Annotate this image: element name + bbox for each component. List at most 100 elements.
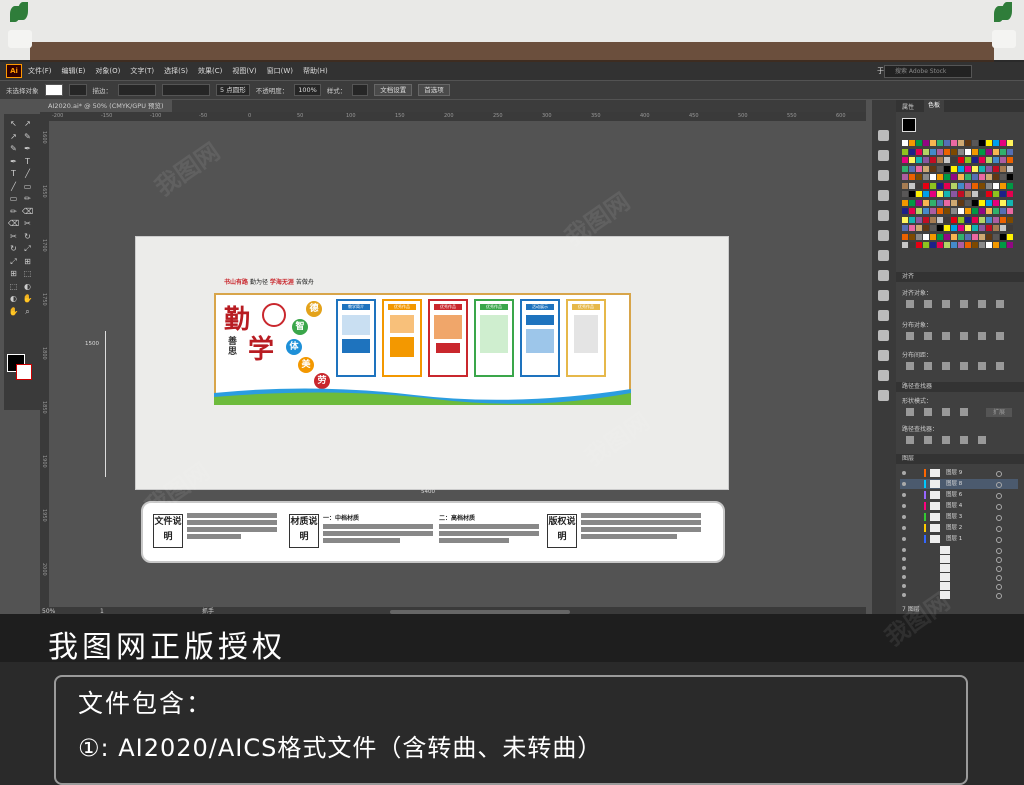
- pathfinder-icon[interactable]: [924, 436, 932, 444]
- color-swatch[interactable]: [944, 165, 950, 172]
- sublayer-row[interactable]: [900, 572, 1018, 581]
- panel-toggle-icon[interactable]: [878, 230, 889, 241]
- color-swatch[interactable]: [937, 157, 943, 163]
- color-swatch[interactable]: [937, 225, 943, 231]
- color-swatch[interactable]: [902, 233, 908, 240]
- color-swatch[interactable]: [1000, 140, 1006, 146]
- color-swatch[interactable]: [930, 191, 936, 197]
- menu-object[interactable]: 对象(O): [95, 66, 120, 76]
- color-swatch[interactable]: [965, 233, 971, 240]
- color-swatch[interactable]: [923, 233, 929, 240]
- panel-toggle-icon[interactable]: [878, 250, 889, 261]
- color-swatch[interactable]: [930, 242, 936, 248]
- menu-file[interactable]: 文件(F): [28, 66, 52, 76]
- rectangle-tool-icon[interactable]: ▭: [8, 193, 19, 204]
- color-swatch[interactable]: [951, 157, 957, 163]
- color-swatch[interactable]: [986, 165, 992, 172]
- layer-row[interactable]: 图层 9: [900, 468, 1018, 478]
- color-swatch[interactable]: [909, 242, 915, 248]
- color-swatch[interactable]: [944, 225, 950, 231]
- target-circle-icon[interactable]: [996, 482, 1002, 488]
- color-swatch[interactable]: [916, 191, 922, 197]
- layers-panel-header[interactable]: 图层: [896, 454, 1024, 464]
- color-swatch[interactable]: [1007, 191, 1013, 197]
- align-icon[interactable]: [924, 300, 932, 308]
- target-circle-icon[interactable]: [996, 504, 1002, 510]
- align-icon[interactable]: [996, 362, 1004, 370]
- color-swatch[interactable]: [909, 140, 915, 146]
- color-swatch[interactable]: [902, 199, 908, 206]
- color-swatch[interactable]: [944, 199, 950, 206]
- gradient-tool-icon[interactable]: ◐: [8, 293, 19, 304]
- menu-type[interactable]: 文字(T): [130, 66, 154, 76]
- align-icon[interactable]: [978, 300, 986, 308]
- color-swatch[interactable]: [986, 140, 992, 146]
- visibility-eye-icon[interactable]: [902, 504, 906, 508]
- document-tab[interactable]: AI2020.ai* @ 50% (CMYK/GPU 预览): [40, 100, 172, 112]
- color-swatch[interactable]: [944, 148, 950, 155]
- color-swatch[interactable]: [923, 242, 929, 248]
- target-circle-icon[interactable]: [996, 515, 1002, 521]
- color-swatch[interactable]: [937, 216, 943, 223]
- color-swatch[interactable]: [937, 191, 943, 197]
- line-tool-icon[interactable]: ╱: [8, 181, 19, 192]
- panel-toggle-icon[interactable]: [878, 210, 889, 221]
- color-swatch[interactable]: [965, 242, 971, 248]
- target-circle-icon[interactable]: [996, 526, 1002, 532]
- line-tool-icon[interactable]: ▭: [22, 181, 33, 192]
- scale-tool-icon[interactable]: ⤢: [8, 256, 19, 267]
- color-swatch[interactable]: [951, 191, 957, 197]
- curvature-tool-icon[interactable]: ✒: [8, 156, 19, 167]
- opacity-input[interactable]: 100%: [294, 84, 321, 96]
- color-swatch[interactable]: [923, 174, 929, 180]
- visibility-eye-icon[interactable]: [902, 584, 906, 588]
- pen-tool-icon[interactable]: ✒: [22, 143, 33, 154]
- color-swatch[interactable]: [958, 165, 964, 172]
- color-swatch[interactable]: [965, 216, 971, 223]
- color-swatch[interactable]: [965, 208, 971, 214]
- color-swatch[interactable]: [951, 225, 957, 231]
- type-tool-icon[interactable]: T: [8, 168, 19, 179]
- color-swatch[interactable]: [937, 182, 943, 189]
- color-swatch[interactable]: [979, 174, 985, 180]
- artboard-tool-icon[interactable]: ⬚: [8, 281, 19, 292]
- menu-select[interactable]: 选择(S): [164, 66, 188, 76]
- panel-toggle-icon[interactable]: [878, 310, 889, 321]
- color-swatch[interactable]: [972, 216, 978, 223]
- color-swatch[interactable]: [951, 148, 957, 155]
- color-swatch[interactable]: [944, 174, 950, 180]
- stroke-weight-input[interactable]: [118, 84, 156, 96]
- layer-row[interactable]: 图层 6: [900, 490, 1018, 500]
- color-swatch[interactable]: [958, 191, 964, 197]
- color-swatch[interactable]: [986, 148, 992, 155]
- color-swatch[interactable]: [972, 140, 978, 146]
- color-swatch[interactable]: [1007, 165, 1013, 172]
- color-swatch[interactable]: [965, 140, 971, 146]
- variable-width-select[interactable]: [162, 84, 210, 96]
- color-swatch[interactable]: [1000, 165, 1006, 172]
- color-swatch[interactable]: [916, 157, 922, 163]
- rectangle-tool-icon[interactable]: ✏: [22, 193, 33, 204]
- color-swatch[interactable]: [993, 216, 999, 223]
- color-swatch[interactable]: [909, 199, 915, 206]
- color-swatch[interactable]: [930, 199, 936, 206]
- color-swatch[interactable]: [1000, 208, 1006, 214]
- color-swatch[interactable]: [937, 242, 943, 248]
- color-swatch[interactable]: [937, 148, 943, 155]
- color-swatch[interactable]: [1007, 148, 1013, 155]
- color-swatch[interactable]: [979, 157, 985, 163]
- eraser-tool-icon[interactable]: ⌫: [8, 218, 19, 229]
- color-swatch[interactable]: [986, 208, 992, 214]
- color-swatch[interactable]: [979, 242, 985, 248]
- sublayer-row[interactable]: [900, 590, 1018, 599]
- pathfinder-icon[interactable]: [978, 436, 986, 444]
- canvas[interactable]: 4580 1500 书山有路 勤为径 学海无涯 苦做舟 勤 学 善思 德 智: [49, 121, 866, 609]
- visibility-eye-icon[interactable]: [902, 557, 906, 561]
- pathfinder-icon[interactable]: [960, 408, 968, 416]
- color-swatch[interactable]: [930, 157, 936, 163]
- color-swatch[interactable]: [930, 208, 936, 214]
- color-swatch[interactable]: [965, 199, 971, 206]
- color-swatch[interactable]: [979, 225, 985, 231]
- color-swatch[interactable]: [916, 216, 922, 223]
- color-swatch[interactable]: [923, 148, 929, 155]
